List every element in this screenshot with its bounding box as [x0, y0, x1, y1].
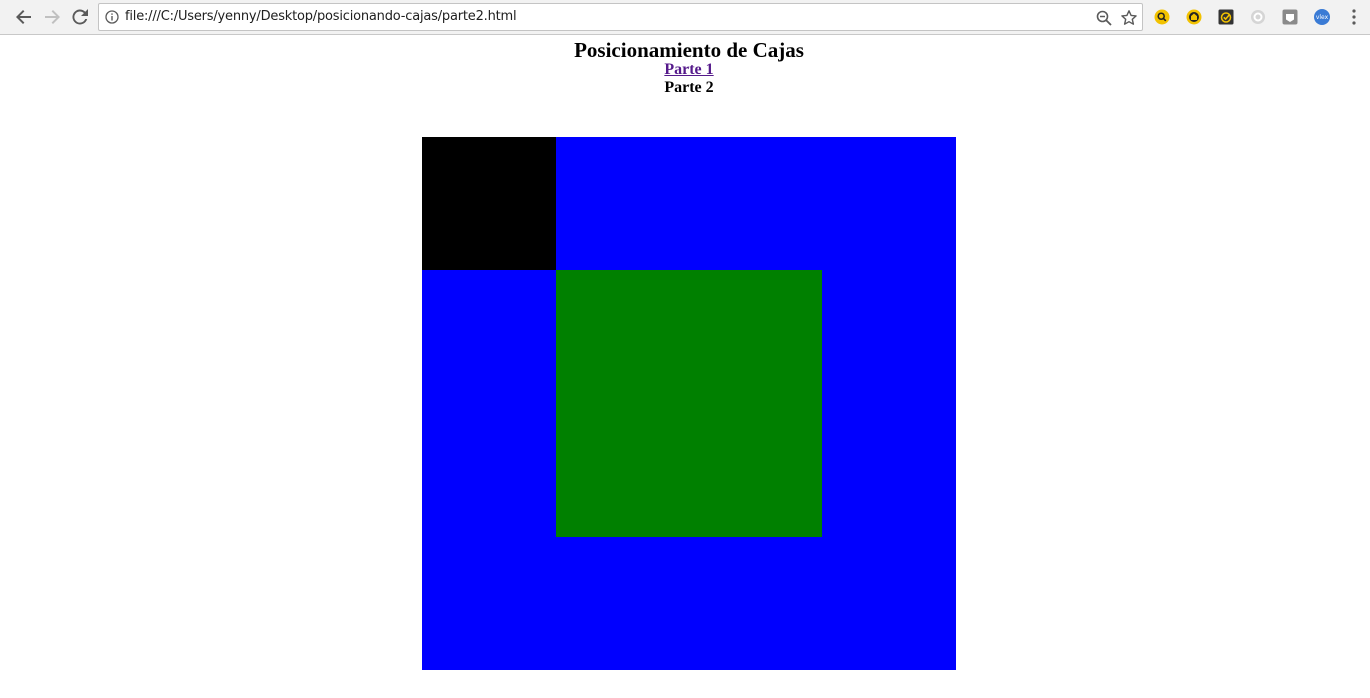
info-icon[interactable] — [105, 10, 119, 24]
yellow-home-extension-icon[interactable] — [1185, 8, 1203, 26]
yellow-search-extension-icon[interactable] — [1153, 8, 1171, 26]
back-button[interactable] — [12, 5, 36, 29]
reload-button[interactable] — [68, 5, 92, 29]
page-title: Posicionamiento de Cajas — [574, 38, 804, 62]
nav-parte-2-current: Parte 2 — [664, 79, 714, 96]
black-corner-box — [422, 137, 556, 270]
address-bar[interactable]: file:///C:/Users/yenny/Desktop/posiciona… — [98, 3, 1143, 31]
arrow-right-icon — [45, 10, 60, 24]
kebab-menu-icon[interactable] — [1346, 8, 1362, 26]
nav-parte-1: Parte 1 — [0, 61, 1370, 79]
reload-icon — [72, 9, 88, 25]
checkmark-extension-icon[interactable] — [1217, 8, 1235, 26]
gray-circle-extension-icon[interactable] — [1249, 8, 1267, 26]
star-icon[interactable] — [1120, 9, 1138, 27]
gray-square-extension-icon[interactable] — [1281, 8, 1299, 26]
page-content: Posicionamiento de Cajas Parte 1 Parte 2 — [0, 36, 1370, 698]
url-text[interactable]: file:///C:/Users/yenny/Desktop/posiciona… — [125, 9, 517, 24]
arrow-left-icon — [16, 10, 31, 24]
svg-text:vlex: vlex — [1316, 14, 1329, 21]
parte-1-link[interactable]: Parte 1 — [664, 61, 713, 78]
green-inner-box — [556, 270, 822, 537]
browser-toolbar: file:///C:/Users/yenny/Desktop/posiciona… — [0, 0, 1370, 35]
vlex-extension-icon[interactable]: vlex — [1313, 8, 1331, 26]
zoom-out-icon[interactable] — [1095, 9, 1113, 27]
forward-button[interactable] — [40, 5, 64, 29]
